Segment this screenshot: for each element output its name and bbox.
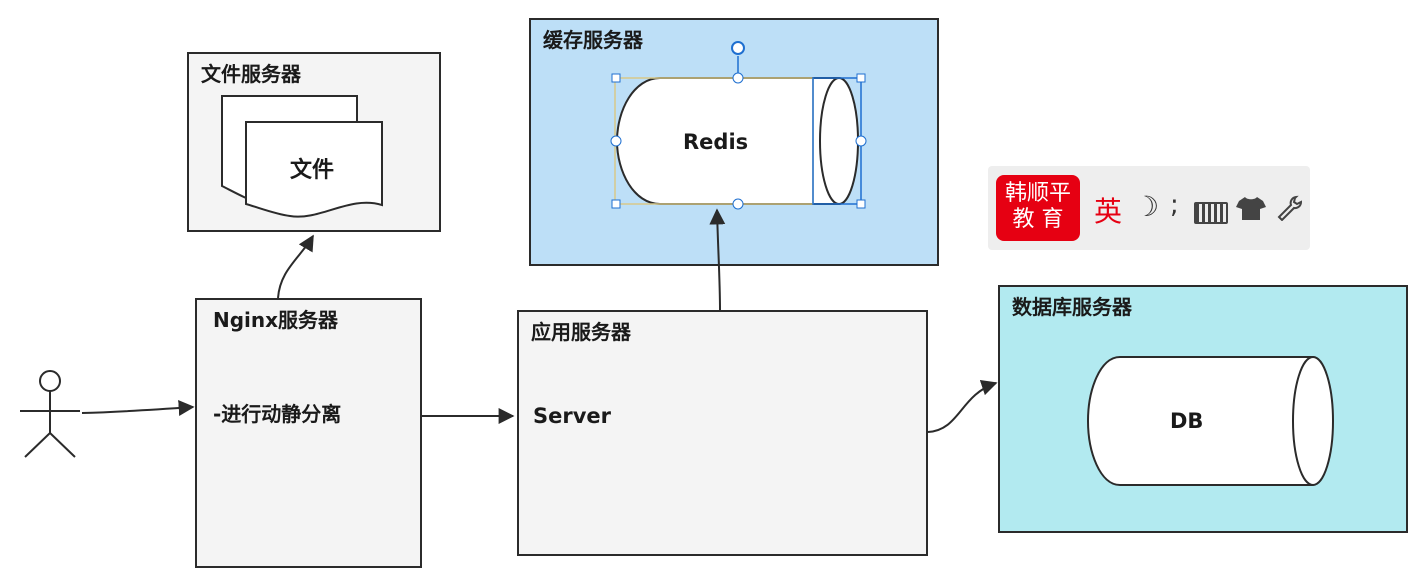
ime-logo-line2: 教 育 bbox=[1012, 207, 1064, 232]
rotate-handle bbox=[731, 41, 745, 55]
redis-label: Redis bbox=[683, 130, 749, 154]
keyboard-icon[interactable] bbox=[1194, 202, 1228, 224]
diagram-shapes bbox=[20, 41, 1334, 486]
wrench-icon[interactable] bbox=[1276, 194, 1303, 229]
arrow-app-to-cache bbox=[709, 208, 726, 311]
ime-lang-toggle[interactable]: 英 bbox=[1094, 190, 1122, 230]
arrow-nginx-to-file bbox=[277, 234, 314, 299]
ime-logo-line1: 韩顺平 bbox=[1004, 181, 1071, 206]
moon-icon[interactable]: ☽ bbox=[1134, 190, 1159, 223]
ime-logo[interactable]: 韩顺平 教 育 bbox=[996, 175, 1080, 241]
arrow-app-to-db bbox=[927, 379, 998, 433]
shirt-icon[interactable] bbox=[1236, 194, 1266, 229]
db-label: DB bbox=[1170, 409, 1204, 433]
ime-toolbar[interactable]: 韩顺平 教 育 英 ☽ ; bbox=[988, 166, 1310, 250]
arrow-user-to-nginx bbox=[81, 400, 195, 416]
user-actor-icon bbox=[20, 370, 80, 458]
db-cylinder bbox=[1086, 356, 1334, 486]
punct-toggle[interactable]: ; bbox=[1170, 190, 1179, 220]
file-doc-label: 文件 bbox=[290, 158, 335, 183]
